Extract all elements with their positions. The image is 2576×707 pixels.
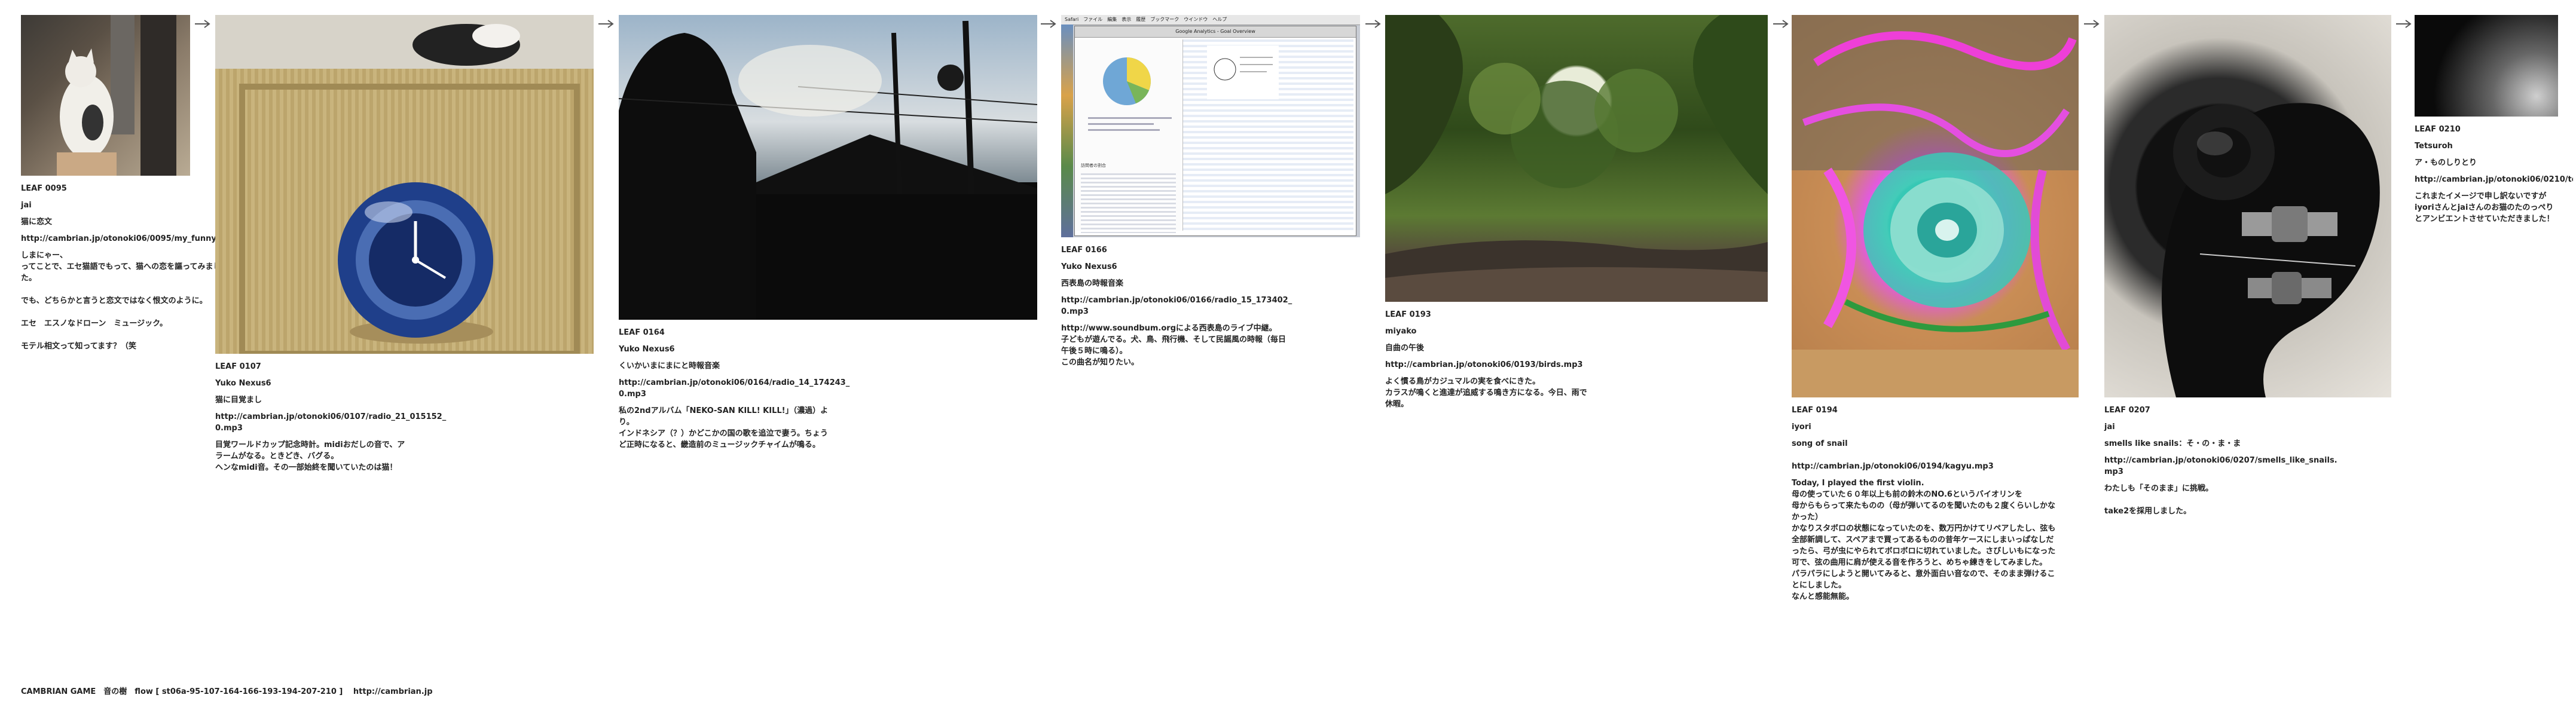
leaf-title: song of snail bbox=[1792, 439, 1848, 448]
leaf-author[interactable]: Yuko Nexus6 bbox=[215, 378, 598, 389]
leaf-photo[interactable] bbox=[215, 15, 594, 354]
leaf-description: これまたイメージで申し訳ないですがiyoriさんとjaiさんのお猫のたのっぺりと… bbox=[2415, 192, 2554, 224]
violin-scroll-photo-art bbox=[2162, 103, 2380, 397]
sketch-thumbnail bbox=[1207, 45, 1279, 99]
street-photo-art bbox=[619, 20, 1037, 320]
leaf-description: http://www.soundbum.orgによる西表島のライブ中継。 子ども… bbox=[1061, 324, 1286, 367]
leaf-title: 猫に恋文 bbox=[21, 218, 53, 227]
leaf-id: LEAF 0164 bbox=[619, 328, 665, 337]
leaf-id: LEAF 0207 bbox=[2104, 406, 2150, 415]
clock-photo-art bbox=[215, 15, 594, 354]
snail-art bbox=[1792, 15, 2079, 397]
leaf-photo[interactable] bbox=[21, 15, 190, 176]
leaf-mp3-link[interactable]: http://cambrian.jp/otonoki06/0210/tetsur… bbox=[2415, 174, 2573, 185]
leaf-author[interactable]: iyori bbox=[1792, 421, 2085, 433]
leaf-mp3-link[interactable]: http://cambrian.jp/otonoki06/0207/smells… bbox=[2104, 455, 2343, 478]
leaf-mp3-link[interactable]: http://cambrian.jp/otonoki06/0095/my_fun… bbox=[21, 233, 215, 244]
leaf-author[interactable]: jai bbox=[21, 200, 200, 211]
screen-browser-window: Google Analytics - Goal Overview 訪問者の割合 bbox=[1074, 26, 1356, 236]
flow-arrow-icon bbox=[1365, 20, 1381, 28]
leaf-photo[interactable] bbox=[2415, 15, 2558, 117]
leaf-title: 猫に目覚まし bbox=[215, 396, 262, 405]
leaf-mp3-link[interactable]: http://cambrian.jp/otonoki06/0193/birds.… bbox=[1385, 359, 1624, 371]
leaf-card: LEAF 0210 Tetsuroh ア・ものしりとり http://cambr… bbox=[2415, 15, 2573, 225]
leaf-description: わたしも「そのまま」に挑戦。 take2を採用しました。 bbox=[2104, 484, 2214, 516]
leaf-card: LEAF 0207 jai smells like snails：そ・の・ま・ま… bbox=[2104, 15, 2397, 517]
garden-photo-art bbox=[1385, 15, 1768, 302]
leaf-card: LEAF 0193 miyako 自曲の午後 http://cambrian.j… bbox=[1385, 15, 1768, 410]
pie-chart-thumbnail bbox=[1088, 57, 1172, 131]
leaf-author[interactable]: Yuko Nexus6 bbox=[1061, 261, 1360, 273]
flow-arrow-icon bbox=[2396, 20, 2412, 28]
leaf-author[interactable]: Yuko Nexus6 bbox=[619, 344, 1037, 355]
leaf-author[interactable]: miyako bbox=[1385, 326, 1768, 337]
flow-arrow-icon bbox=[2084, 20, 2100, 28]
leaf-description: よく慣る鳥がカジュマルの実を食べにきた。 カラスが鳴くと進達が追威する鳴き方にな… bbox=[1385, 377, 1587, 409]
leaf-title: くいかいまにまにと時報音楽 bbox=[619, 362, 720, 371]
screen-right-pane bbox=[1182, 39, 1353, 231]
leaf-card: Safari ファイル 編集 表示 履歴 ブックマーク ウインドウ ヘルプ Go… bbox=[1061, 15, 1360, 368]
flow-arrow-icon bbox=[1041, 20, 1056, 28]
leaf-author[interactable]: Tetsuroh bbox=[2415, 140, 2573, 152]
cat-photo-art bbox=[57, 15, 176, 176]
screen-text-lines bbox=[1081, 173, 1176, 233]
leaf-title: smells like snails：そ・の・ま・ま bbox=[2104, 439, 2241, 448]
leaf-photo[interactable] bbox=[2104, 15, 2391, 397]
screen-tab-title: Google Analytics - Goal Overview bbox=[1075, 26, 1356, 38]
leaf-photo[interactable] bbox=[1792, 15, 2079, 397]
leaf-id: LEAF 0166 bbox=[1061, 246, 1107, 255]
leaf-mp3-link[interactable]: http://cambrian.jp/otonoki06/0164/radio_… bbox=[619, 377, 858, 400]
leaf-title: 西表島の時報音楽 bbox=[1061, 279, 1124, 288]
leaf-id: LEAF 0095 bbox=[21, 184, 67, 193]
leaf-title: ア・ものしりとり bbox=[2415, 158, 2477, 167]
leaf-card: LEAF 0095 jai 猫に恋文 http://cambrian.jp/ot… bbox=[21, 15, 221, 352]
leaf-photo[interactable]: Safari ファイル 編集 表示 履歴 ブックマーク ウインドウ ヘルプ Go… bbox=[1061, 15, 1360, 237]
leaf-id: LEAF 0210 bbox=[2415, 125, 2461, 134]
flow-arrow-icon bbox=[1773, 20, 1789, 28]
screen-left-pane: 訪問者の割合 bbox=[1076, 39, 1181, 233]
leaf-mp3-link[interactable]: http://cambrian.jp/otonoki06/0107/radio_… bbox=[215, 411, 451, 434]
footer-flow-info[interactable]: CAMBRIAN GAME 音の樹 flow [ st06a-95-107-16… bbox=[21, 686, 433, 697]
screen-menubar: Safari ファイル 編集 表示 履歴 ブックマーク ウインドウ ヘルプ bbox=[1061, 15, 1360, 25]
screen-dock bbox=[1061, 25, 1073, 237]
leaf-card: LEAF 0164 Yuko Nexus6 くいかいまにまにと時報音楽 http… bbox=[619, 15, 1037, 451]
leaf-photo[interactable] bbox=[1385, 15, 1768, 302]
leaf-author[interactable]: jai bbox=[2104, 421, 2397, 433]
leaf-mp3-link[interactable]: http://cambrian.jp/otonoki06/0194/kagyu.… bbox=[1792, 461, 2031, 472]
leaf-title: 自曲の午後 bbox=[1385, 344, 1425, 353]
leaf-mp3-link[interactable]: http://cambrian.jp/otonoki06/0166/radio_… bbox=[1061, 295, 1300, 317]
leaf-description: Today, I played the first violin. 母の使ってい… bbox=[1792, 479, 2056, 601]
leaf-description: 目覚ワールドカップ記念時計。midiおだしの音で、アラームがなる。ときどき、バグ… bbox=[215, 440, 405, 472]
leaf-id: LEAF 0107 bbox=[215, 362, 261, 371]
leaf-card: LEAF 0107 Yuko Nexus6 猫に目覚まし http://camb… bbox=[215, 15, 598, 473]
leaf-id: LEAF 0194 bbox=[1792, 406, 1838, 415]
pie-caption: 訪問者の割合 bbox=[1081, 163, 1106, 168]
leaf-photo[interactable] bbox=[619, 15, 1037, 320]
leaf-description: 私の2ndアルバム「NEKO-SAN KILL! KILL!」（濃過）より。 イ… bbox=[619, 406, 829, 449]
flow-arrow-icon bbox=[195, 20, 210, 28]
leaf-card: LEAF 0194 iyori song of snail http://cam… bbox=[1792, 15, 2085, 602]
leaf-description: しまにゃー、 ってことで、エセ猫語でもって、猫への恋を謳ってみました。 でも、ど… bbox=[21, 251, 221, 351]
leaf-id: LEAF 0193 bbox=[1385, 310, 1431, 319]
flow-arrow-icon bbox=[598, 20, 614, 28]
